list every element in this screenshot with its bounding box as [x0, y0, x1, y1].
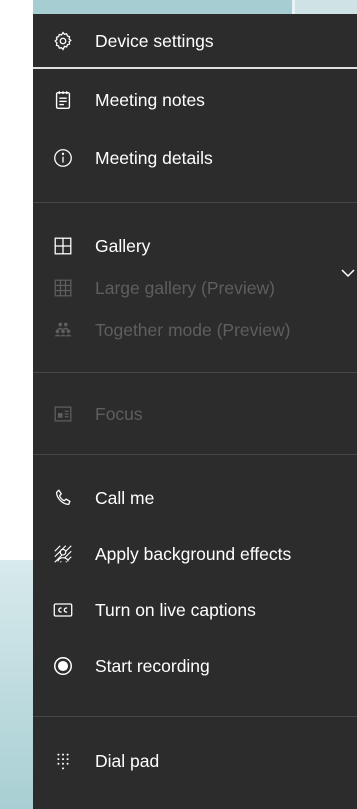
menu-item-label: Turn on live captions	[95, 599, 256, 620]
grid-3x3-icon	[51, 276, 75, 300]
menu-item-label: Focus	[95, 403, 143, 424]
menu-item-large-gallery: Large gallery (Preview)	[33, 268, 357, 308]
record-icon	[51, 654, 75, 678]
menu-item-dial-pad[interactable]: Dial pad	[33, 741, 357, 781]
menu-item-label: Meeting notes	[95, 89, 205, 110]
menu-item-live-captions[interactable]: Turn on live captions	[33, 590, 357, 630]
menu-item-apply-background[interactable]: Apply background effects	[33, 534, 357, 574]
background-top-right-edge	[292, 0, 295, 14]
menu-item-focus: Focus	[33, 394, 357, 434]
menu-item-together-mode: Together mode (Preview)	[33, 310, 357, 350]
top-divider	[33, 67, 357, 69]
focus-icon	[51, 402, 75, 426]
menu-item-call-me[interactable]: Call me	[33, 478, 357, 518]
menu-item-label: Apply background effects	[95, 543, 292, 564]
menu-item-label: Dial pad	[95, 750, 160, 771]
background-effects-icon	[51, 542, 75, 566]
background-top-right	[292, 0, 357, 14]
people-group-icon	[51, 318, 75, 342]
section-divider	[33, 372, 357, 373]
section-divider	[33, 454, 357, 455]
menu-item-label: Start recording	[95, 655, 210, 676]
cc-icon	[51, 598, 75, 622]
menu-item-label: Call me	[95, 487, 155, 508]
menu-item-label: Together mode (Preview)	[95, 319, 291, 340]
more-actions-menu: Device settings Meeting notes Meeting de…	[33, 14, 357, 809]
menu-item-device-settings[interactable]: Device settings	[33, 21, 357, 61]
menu-item-label: Large gallery (Preview)	[95, 277, 275, 298]
menu-item-label: Meeting details	[95, 147, 213, 168]
menu-item-label: Gallery	[95, 235, 151, 256]
section-divider	[33, 716, 357, 717]
phone-icon	[51, 486, 75, 510]
menu-item-start-recording[interactable]: Start recording	[33, 646, 357, 686]
menu-item-meeting-details[interactable]: Meeting details	[33, 138, 357, 178]
menu-item-label: Device settings	[95, 30, 214, 51]
notes-icon	[51, 88, 75, 112]
dialpad-icon	[51, 749, 75, 773]
menu-item-gallery[interactable]: Gallery	[33, 226, 357, 266]
background-gradient	[0, 560, 33, 809]
grid-2x2-icon	[51, 234, 75, 258]
section-divider	[33, 202, 357, 203]
menu-item-meeting-notes[interactable]: Meeting notes	[33, 80, 357, 120]
info-icon	[51, 146, 75, 170]
gear-icon	[51, 29, 75, 53]
